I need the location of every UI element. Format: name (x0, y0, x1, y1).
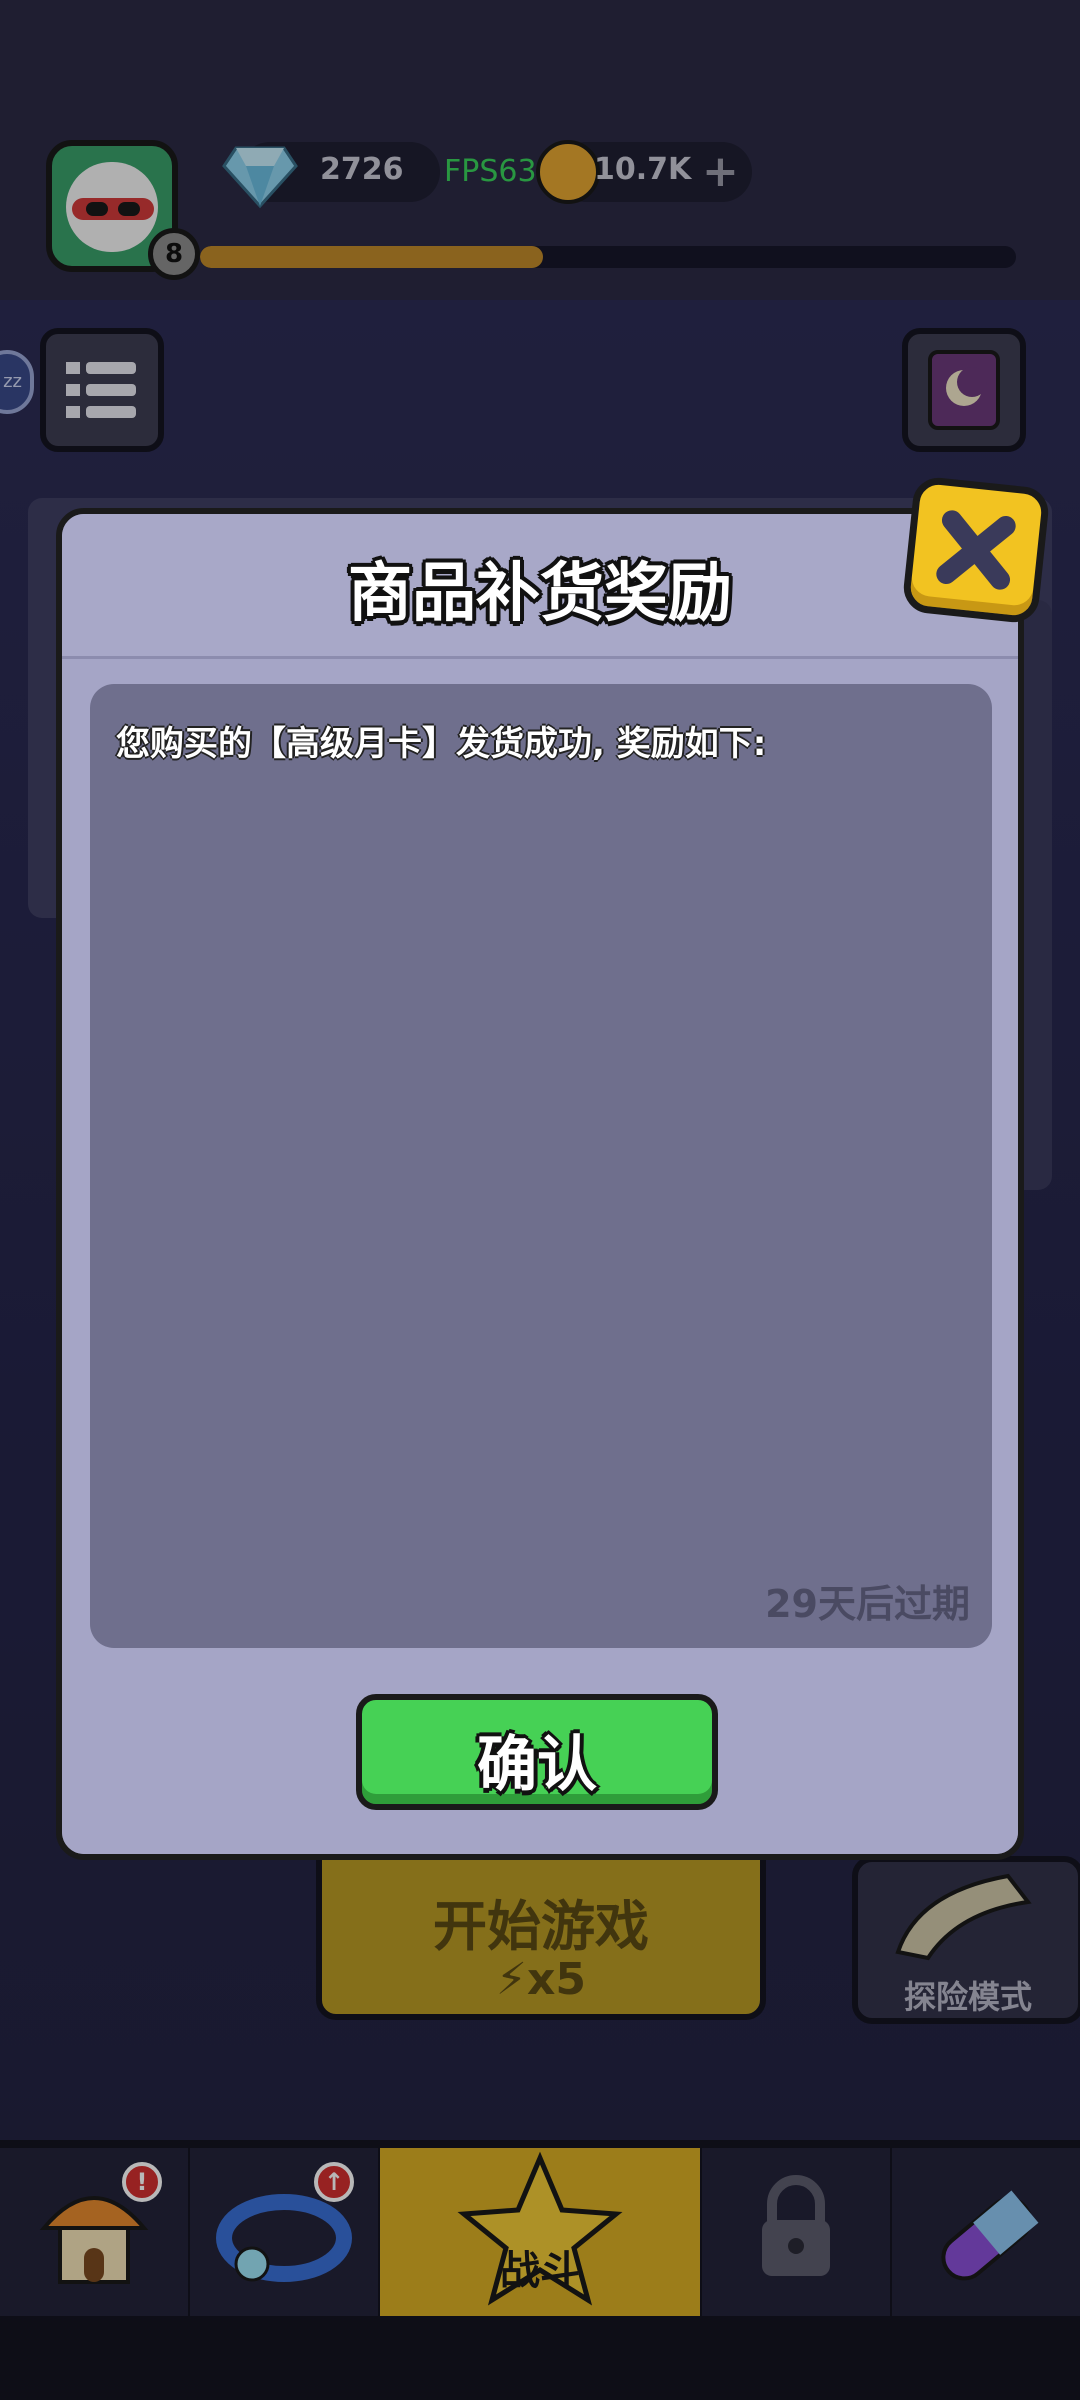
dialog-header: 商品补货奖励 (62, 514, 1018, 659)
close-button[interactable] (901, 475, 1051, 625)
dialog-message: 您购买的【高级月卡】发货成功, 奖励如下: (116, 724, 767, 764)
close-icon (936, 510, 1016, 590)
confirm-button[interactable]: 确认 (356, 1694, 718, 1810)
confirm-label: 确认 (477, 1730, 597, 1800)
dialog-title: 商品补货奖励 (348, 557, 732, 631)
expiry-text: 29天后过期 (765, 1582, 970, 1626)
reward-dialog: 商品补货奖励 您购买的【高级月卡】发货成功, 奖励如下: 29天后过期 (56, 508, 1024, 1860)
dialog-body: 您购买的【高级月卡】发货成功, 奖励如下: 29天后过期 (90, 684, 992, 1648)
